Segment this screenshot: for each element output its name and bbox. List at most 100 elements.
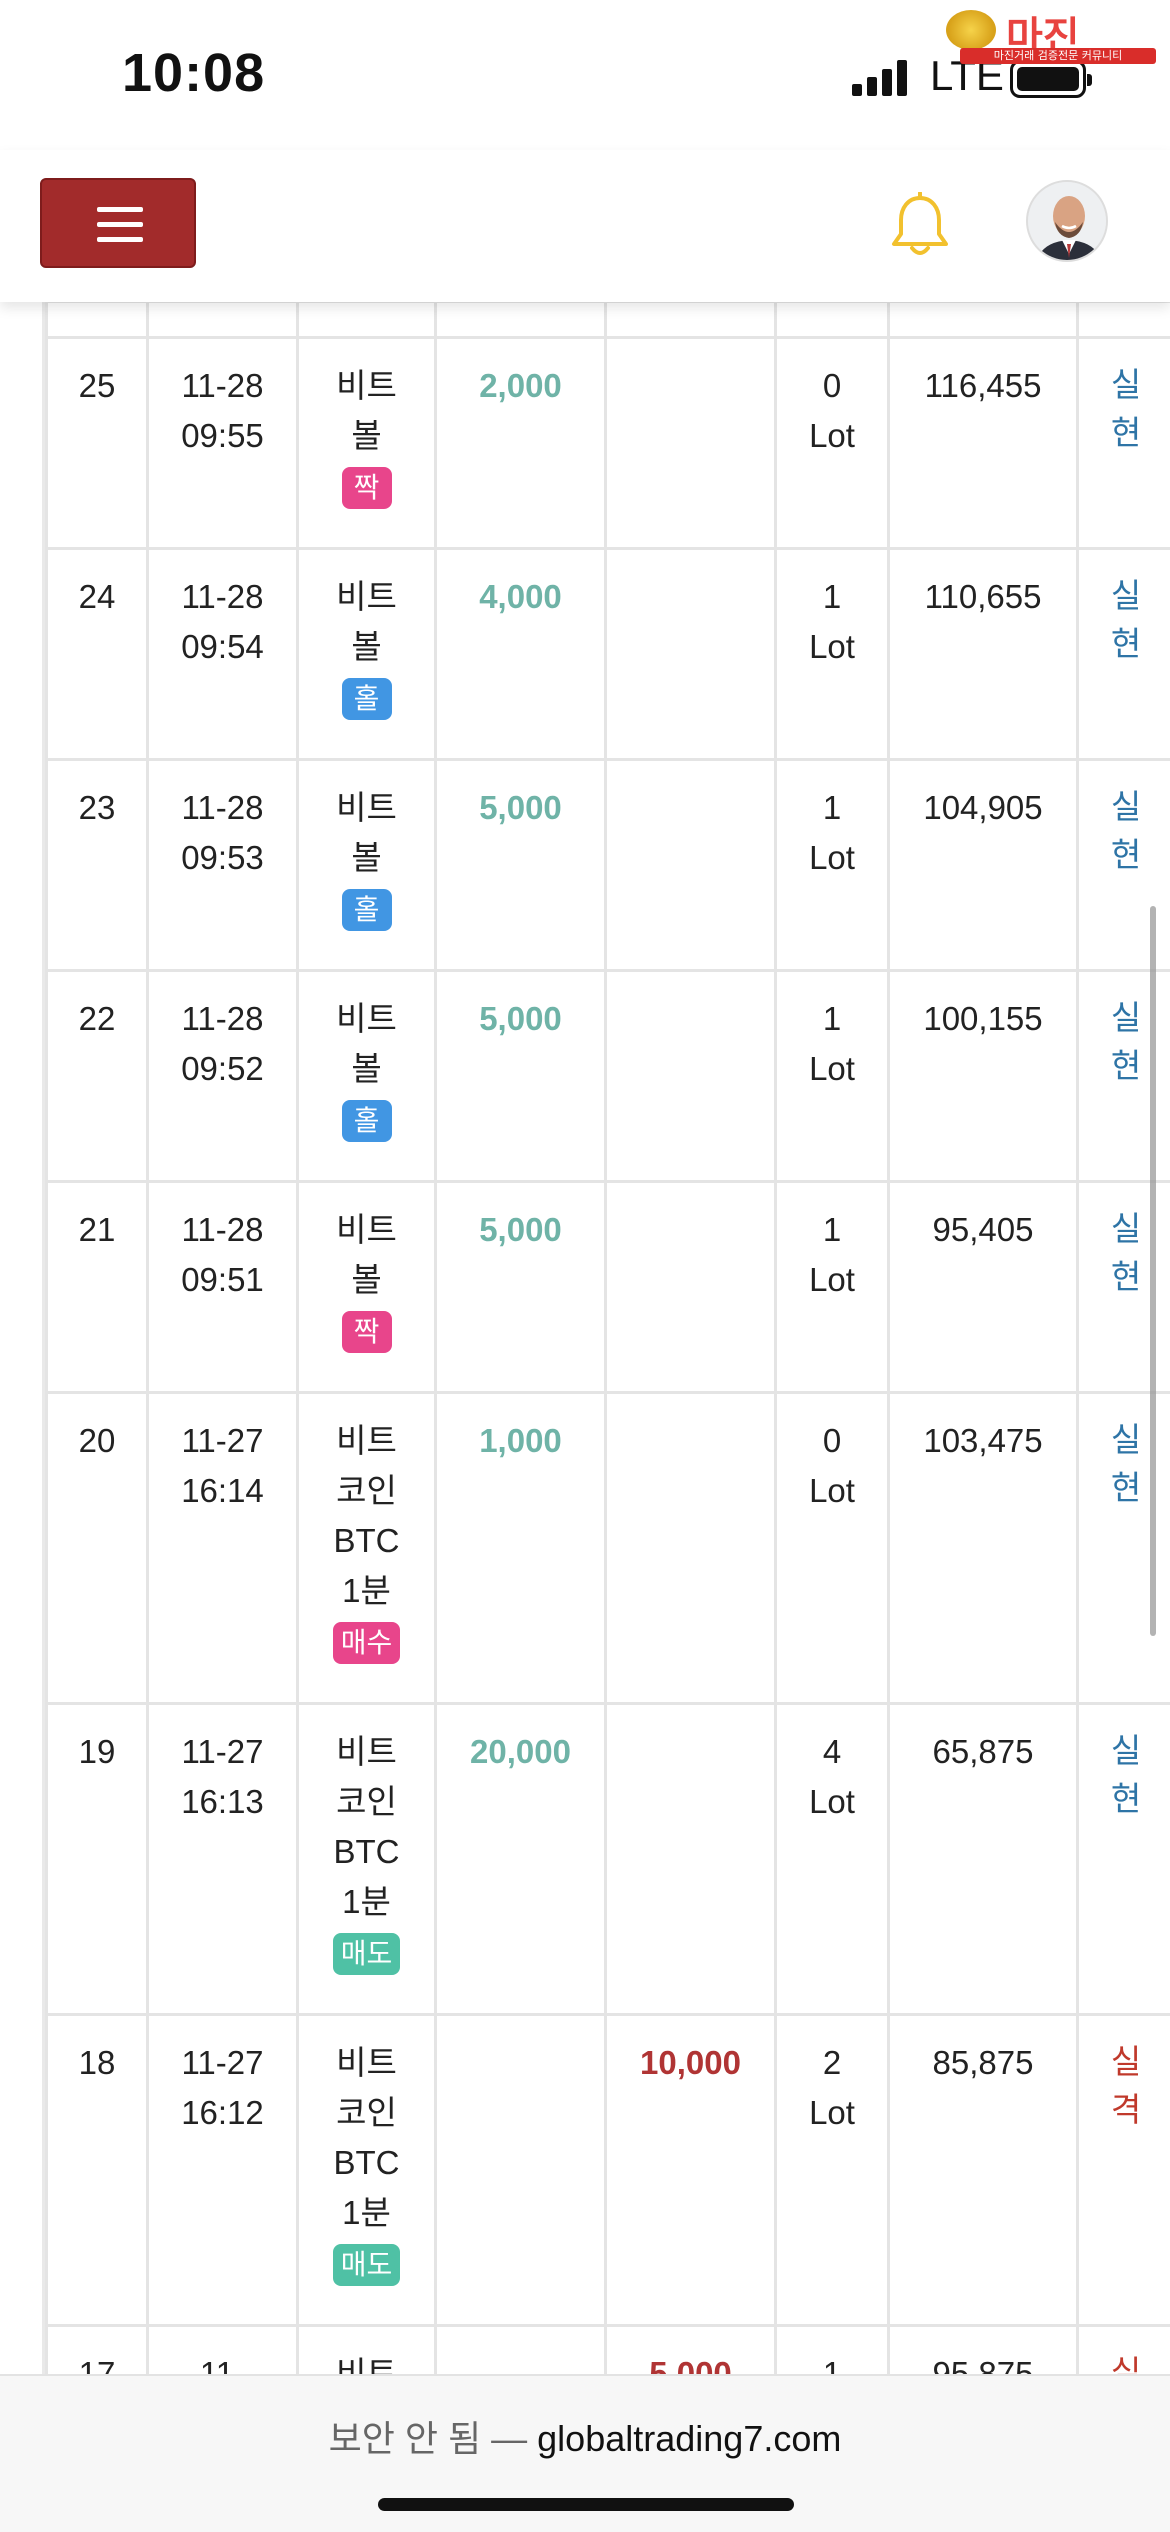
cell-quantity: 1 Lot [774,1180,890,1394]
cell-result: 실 [1076,2324,1170,2375]
menu-button[interactable] [40,178,196,268]
cell-number: 22 [45,969,149,1183]
table-row[interactable]: 24 11-28 09:54 비트 볼 홀 4,000 1 Lot 110,655 실 현 [45,547,1170,761]
lot-count: 1 [822,578,842,615]
product-name-line: BTC [333,2144,400,2181]
cell-profit: 5,000 [434,758,607,972]
avatar[interactable] [1026,180,1108,262]
result-status-char: 현 [1110,1047,1142,1084]
product-name-line: BTC [333,1522,400,1559]
cell-balance: 103,475 [887,1391,1079,1705]
profit-amount: 5,000 [479,789,562,826]
trade-time: 16:12 [181,2094,264,2131]
cell-balance: 110,655 [887,547,1079,761]
cell-profit: 5,000 [434,1180,607,1394]
position-badge: 홀 [341,889,392,931]
url-bar[interactable]: 보안 안 됨 — globaltrading7.com [0,2410,1170,2462]
trade-time: 16:14 [181,1472,264,1509]
balance-amount: 95,405 [932,1211,1034,1248]
cell-number: 17 [45,2324,149,2375]
hamburger-line [97,222,143,227]
trade-date: 11-28 [181,1211,264,1248]
cell-product: 비트 코인 BTC 1분 매수 [296,1391,437,1705]
table-row[interactable]: 17 11- 비트 5,000 1 95,875 실 [45,2324,1170,2375]
cell-datetime: 11-28 09:55 [146,336,299,550]
product-name-line: 볼 [351,1050,382,1087]
trade-time: 09:55 [181,417,264,454]
product-name-line: 비트 [336,367,397,404]
cell-product: 비트 볼 짝 [296,1180,437,1394]
cell-number: 25 [45,336,149,550]
product-name-line: 1분 [342,2194,391,2231]
trade-date: 11-27 [181,1422,264,1459]
position-badge: 매수 [332,1622,401,1664]
cell-loss [604,547,777,761]
cell-balance: 95,405 [887,1180,1079,1394]
cell-loss: 10,000 [604,2013,777,2327]
trade-history-table: 25 11-28 09:55 비트 볼 짝 2,000 0 Lot 116,455 실 현 24 11-2… [42,300,1170,2375]
position-badge: 매도 [332,1933,401,1975]
cell-product: 비트 [296,2324,437,2375]
cell-profit [434,2324,607,2375]
trade-date: 11- [199,2355,246,2375]
trade-number: 20 [78,1422,116,1459]
lot-count: 2 [822,2044,842,2081]
cell-result: 실현 [1076,758,1170,972]
cell-profit: 4,000 [434,547,607,761]
cell-number: 18 [45,2013,149,2327]
lot-unit: Lot [809,2094,855,2131]
table-row[interactable]: 18 11-27 16:12 비트 코인 BTC 1분 매도 10,000 2 Lot 85,875 실… [45,2013,1170,2327]
trade-number: 24 [78,578,116,615]
trade-time: 09:52 [181,1050,264,1087]
battery-icon [1010,60,1092,98]
result-status-char: 현 [1110,1258,1142,1295]
home-indicator[interactable] [378,2498,794,2511]
product-name-line: 비트 [336,1733,397,1770]
trade-number: 17 [78,2355,116,2375]
cell-profit: 5,000 [434,969,607,1183]
lot-unit: Lot [809,1783,855,1820]
cell-balance: 100,155 [887,969,1079,1183]
cell-datetime: 11-28 09:54 [146,547,299,761]
product-name-line: 코인 [336,2094,397,2131]
result-status-char: 현 [1110,625,1142,662]
balance-amount: 65,875 [932,1733,1034,1770]
cell-result: 실현 [1076,547,1170,761]
bell-icon[interactable] [888,192,952,262]
balance-amount: 95,875 [932,2355,1034,2375]
table-row[interactable]: 19 11-27 16:13 비트 코인 BTC 1분 매도 20,000 4 Lot 65,875 실… [45,1702,1170,2016]
result-status-char: 실 [1110,1210,1142,1247]
loss-amount: 5,000 [649,2355,732,2375]
table-row[interactable]: 23 11-28 09:53 비트 볼 홀 5,000 1 Lot 104,905 실 현 [45,758,1170,972]
url-text: globaltrading7.com [537,2418,842,2459]
trade-number: 23 [78,789,116,826]
product-name-line: 비트 [336,2044,397,2081]
balance-amount: 100,155 [923,1000,1043,1037]
product-name-line: 코인 [336,1783,397,1820]
cell-loss [604,969,777,1183]
product-name-line: 비트 [336,1211,397,1248]
watermark-banner: 마진거래 검증전문 커뮤니티 [960,48,1156,64]
lot-unit: Lot [809,839,855,876]
result-status-char: 현 [1110,1780,1142,1817]
table-row[interactable]: 25 11-28 09:55 비트 볼 짝 2,000 0 Lot 116,455 실 현 [45,336,1170,550]
cell-quantity: 2 Lot [774,2013,890,2327]
avatar-portrait [1028,182,1106,260]
cell-loss [604,1391,777,1705]
table-row[interactable]: 21 11-28 09:51 비트 볼 짝 5,000 1 Lot 95,405 실 현 [45,1180,1170,1394]
cell-quantity: 1 Lot [774,758,890,972]
cell-number: 24 [45,547,149,761]
product-name-line: 볼 [351,839,382,876]
cell-profit: 2,000 [434,336,607,550]
cell-product: 비트 볼 홀 [296,547,437,761]
lot-unit: Lot [809,628,855,665]
table-row[interactable]: 20 11-27 16:14 비트 코인 BTC 1분 매수 1,000 0 Lot 103,475 실… [45,1391,1170,1705]
result-status-char: 실 [1110,366,1142,403]
result-status-char: 현 [1110,414,1142,451]
scrollbar-thumb[interactable] [1150,906,1156,1636]
signal-icon [852,60,912,96]
cell-quantity: 1 [774,2324,890,2375]
table-row[interactable]: 22 11-28 09:52 비트 볼 홀 5,000 1 Lot 100,155 실 현 [45,969,1170,1183]
product-name-line: 비트 [336,1422,397,1459]
balance-amount: 116,455 [924,367,1042,404]
